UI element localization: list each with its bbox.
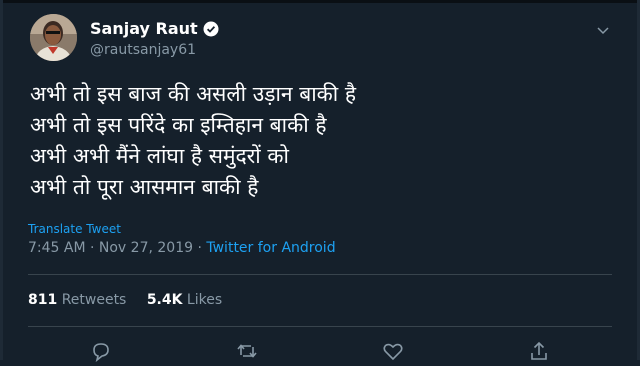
window-left-edge — [0, 0, 3, 360]
tweet-line: अभी तो इस परिंदे का इम्तिहान बाकी है — [30, 113, 327, 137]
tweet-meta: 7:45 AM · Nov 27, 2019 · Twitter for And… — [28, 240, 336, 256]
author-name-row[interactable]: Sanjay Raut — [90, 19, 219, 38]
tweet-line: अभी तो इस बाज की असली उड़ान बाकी है — [30, 82, 357, 106]
retweets-count: 811 — [28, 292, 58, 308]
author-handle[interactable]: @rautsanjay61 — [90, 42, 196, 58]
tweet-line: अभी अभी मैंने लांघा है समुंदरों को — [30, 144, 289, 168]
retweets-label: Retweets — [61, 292, 127, 308]
author-display-name[interactable]: Sanjay Raut — [90, 19, 198, 38]
tweet-stats: 811 Retweets 5.4K Likes — [28, 292, 222, 308]
share-icon[interactable] — [528, 340, 550, 362]
retweet-icon[interactable] — [236, 340, 258, 362]
divider — [28, 274, 612, 275]
divider — [28, 326, 612, 327]
like-icon[interactable] — [382, 340, 404, 362]
avatar[interactable] — [30, 14, 77, 61]
window-top-edge — [0, 0, 640, 3]
retweets-stat[interactable]: 811 Retweets — [28, 292, 131, 308]
avatar-photo — [30, 14, 77, 61]
chevron-down-icon[interactable] — [595, 22, 611, 38]
reply-icon[interactable] — [90, 340, 112, 363]
translate-tweet-link[interactable]: Translate Tweet — [28, 222, 121, 236]
likes-stat[interactable]: 5.4K Likes — [147, 292, 222, 308]
verified-icon — [203, 21, 219, 37]
likes-label: Likes — [186, 292, 223, 308]
tweet-text: अभी तो इस बाज की असली उड़ान बाकी है अभी … — [30, 79, 610, 203]
tweet-source-link[interactable]: Twitter for Android — [206, 240, 335, 256]
likes-count: 5.4K — [146, 292, 183, 308]
tweet-timestamp[interactable]: 7:45 AM · Nov 27, 2019 · — [28, 240, 202, 256]
tweet-line: अभी तो पूरा आसमान बाकी है — [30, 175, 259, 199]
